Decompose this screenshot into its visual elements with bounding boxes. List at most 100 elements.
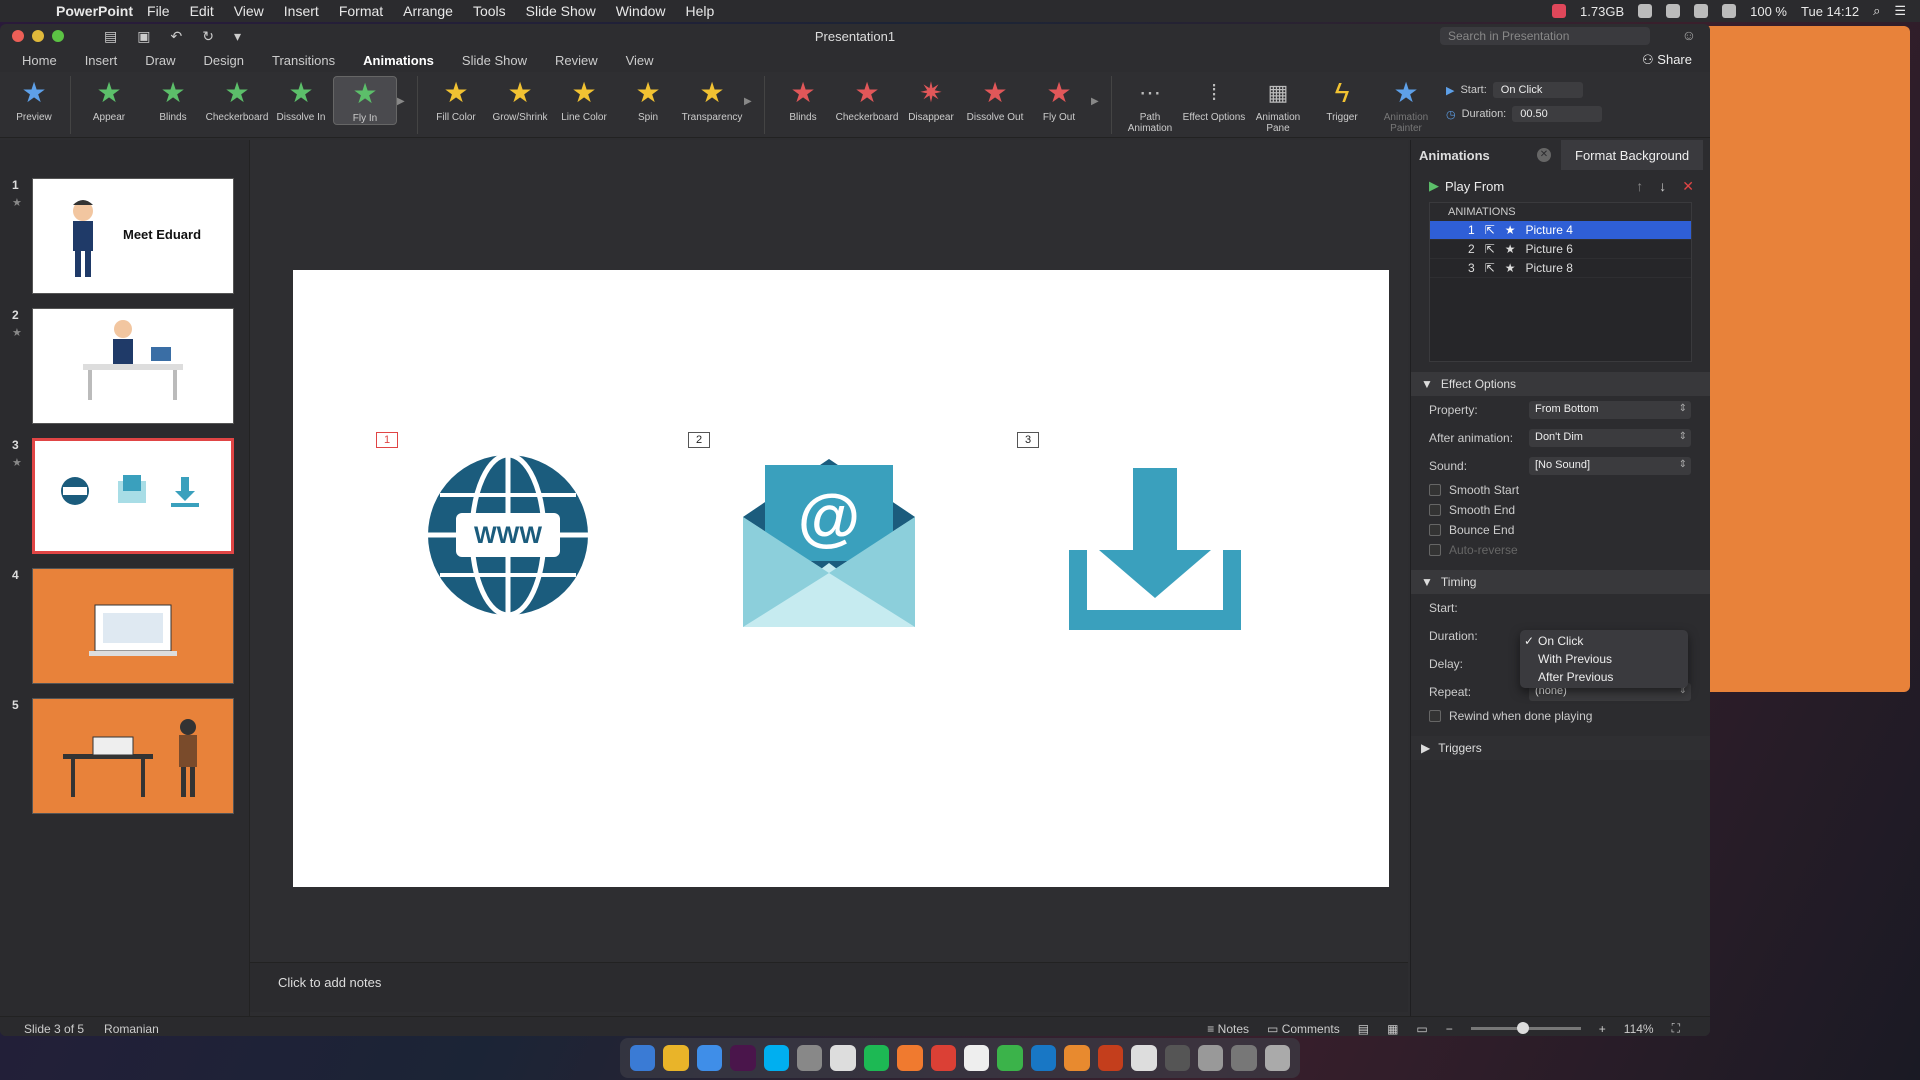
clock-app-icon[interactable]	[830, 1045, 856, 1071]
trash-icon[interactable]	[1264, 1045, 1291, 1071]
search-input[interactable]: Search in Presentation	[1440, 27, 1650, 45]
background-window[interactable]	[1700, 26, 1910, 692]
effect-transparency[interactable]: ★ Transparency	[680, 76, 744, 123]
effect-disappear[interactable]: ✷ Disappear	[899, 76, 963, 123]
menu-view[interactable]: View	[234, 3, 264, 19]
tab-home[interactable]: Home	[22, 53, 57, 68]
slide-thumbnail[interactable]: 3 ★	[0, 438, 250, 558]
tab-transitions[interactable]: Transitions	[272, 53, 335, 68]
undo-icon[interactable]: ↶	[170, 28, 182, 45]
customize-toolbar-icon[interactable]: ▾	[234, 28, 241, 45]
zoom-out-icon[interactable]: −	[1446, 1022, 1453, 1036]
sorter-view-icon[interactable]: ▦	[1387, 1022, 1398, 1036]
finder-icon[interactable]	[630, 1045, 656, 1071]
todoist-icon[interactable]	[930, 1045, 957, 1071]
spotlight-icon[interactable]: ⌕	[1873, 3, 1880, 19]
save-icon[interactable]: ▣	[137, 28, 150, 45]
tab-animations[interactable]: Animations	[363, 53, 434, 68]
slide-4-preview[interactable]	[32, 568, 234, 684]
tab-insert[interactable]: Insert	[85, 53, 118, 68]
safari-icon[interactable]	[696, 1045, 723, 1071]
document-icon[interactable]	[1131, 1045, 1157, 1071]
effect-dissolve-in[interactable]: ★ Dissolve In	[269, 76, 333, 123]
play-from-button[interactable]: Play From	[1445, 179, 1504, 194]
animation-painter-button[interactable]: ★ Animation Painter	[1374, 76, 1438, 134]
duration-input[interactable]: 00.50	[1512, 106, 1603, 122]
animation-item-1[interactable]: 1 ⇱ ★ Picture 4	[1430, 221, 1691, 240]
slide-thumbnail[interactable]: 2 ★	[0, 308, 250, 428]
effect-spin[interactable]: ★ Spin	[616, 76, 680, 123]
folder-icon[interactable]	[1197, 1045, 1224, 1071]
menu-window[interactable]: Window	[616, 3, 666, 19]
triggers-section[interactable]: ▶ Triggers	[1411, 736, 1710, 760]
animation-tag-2[interactable]: 2	[688, 432, 710, 448]
menu-slide-show[interactable]: Slide Show	[526, 3, 596, 19]
tab-draw[interactable]: Draw	[145, 53, 175, 68]
bounce-end-checkbox[interactable]: Bounce End	[1411, 520, 1710, 540]
effect-fly-in[interactable]: ★ Fly In	[333, 76, 397, 125]
notes-area[interactable]: Click to add notes	[250, 962, 1408, 1012]
play-icon[interactable]: ▶	[1429, 178, 1439, 194]
wifi-icon[interactable]	[1722, 4, 1737, 18]
menu-edit[interactable]: Edit	[190, 3, 214, 19]
zoom-slider-knob[interactable]	[1516, 1022, 1529, 1034]
slide-2-preview[interactable]	[32, 308, 234, 424]
close-window-button[interactable]	[12, 30, 24, 42]
pane-tab-animations[interactable]: Animations	[1419, 148, 1490, 163]
minimize-window-button[interactable]	[32, 30, 44, 42]
current-slide[interactable]: 1 2 3 WWW @	[293, 270, 1389, 887]
start-option-after-previous[interactable]: After Previous	[1520, 668, 1688, 686]
sound-select[interactable]: [No Sound]	[1529, 457, 1691, 475]
memory-icon[interactable]	[1552, 4, 1567, 18]
app-menu[interactable]: PowerPoint	[56, 3, 133, 19]
move-down-icon[interactable]: ↓	[1659, 178, 1666, 195]
trigger-button[interactable]: ϟ Trigger	[1310, 76, 1374, 123]
download-icon[interactable]	[1069, 468, 1241, 630]
pane-tab-format-background[interactable]: Format Background	[1561, 140, 1704, 170]
comments-toggle[interactable]: ▭ Comments	[1267, 1022, 1340, 1036]
tab-design[interactable]: Design	[204, 53, 244, 68]
dropbox-icon[interactable]	[1694, 4, 1709, 18]
after-animation-select[interactable]: Don't Dim	[1529, 429, 1691, 447]
effect-blinds-out[interactable]: ★ Blinds	[771, 76, 835, 123]
slide-3-preview[interactable]	[32, 438, 234, 554]
slide-5-preview[interactable]	[32, 698, 234, 814]
smooth-start-checkbox[interactable]: Smooth Start	[1411, 480, 1710, 500]
powerpoint-icon[interactable]	[1097, 1045, 1124, 1071]
tab-review[interactable]: Review	[555, 53, 598, 68]
effect-line-color[interactable]: ★ Line Color	[552, 76, 616, 123]
start-select[interactable]: On Click	[1492, 82, 1583, 98]
facetime-icon[interactable]	[997, 1045, 1023, 1071]
menu-insert[interactable]: Insert	[284, 3, 319, 19]
menu-help[interactable]: Help	[686, 3, 715, 19]
effect-appear[interactable]: ★ Appear	[77, 76, 141, 123]
timing-section[interactable]: ▼ Timing	[1411, 570, 1710, 594]
feedback-icon[interactable]: ☺	[1682, 27, 1696, 43]
effect-fly-out[interactable]: ★ Fly Out	[1027, 76, 1091, 123]
effect-dissolve-out[interactable]: ★ Dissolve Out	[963, 76, 1027, 123]
maximize-window-button[interactable]	[52, 30, 64, 42]
zoom-in-icon[interactable]: +	[1599, 1022, 1606, 1036]
start-option-with-previous[interactable]: With Previous	[1520, 650, 1688, 668]
animation-pane-button[interactable]: ▦ Animation Pane	[1246, 76, 1310, 134]
downloads-icon[interactable]	[1231, 1045, 1257, 1071]
email-envelope-icon[interactable]: @	[741, 453, 917, 629]
effect-checkerboard-in[interactable]: ★ Checkerboard	[205, 76, 269, 123]
effect-options-button[interactable]: ⁞ Effect Options	[1182, 76, 1246, 123]
presenter-view-icon[interactable]: ▭	[1416, 1022, 1427, 1036]
globe-www-icon[interactable]: WWW	[426, 453, 590, 617]
tray-icon[interactable]	[1666, 4, 1681, 18]
app-icon[interactable]	[1064, 1045, 1090, 1071]
menu-tools[interactable]: Tools	[473, 3, 506, 19]
delete-animation-icon[interactable]: ✕	[1682, 178, 1694, 195]
animation-item-2[interactable]: 2 ⇱ ★ Picture 6	[1430, 240, 1691, 259]
language-indicator[interactable]: Romanian	[104, 1022, 159, 1036]
screen-icon[interactable]	[1164, 1045, 1190, 1071]
animation-tag-1[interactable]: 1	[376, 432, 398, 448]
effect-checkerboard-out[interactable]: ★ Checkerboard	[835, 76, 899, 123]
skype-icon[interactable]	[763, 1045, 790, 1071]
slide-thumbnail[interactable]: 4	[0, 568, 250, 688]
animation-tag-3[interactable]: 3	[1017, 432, 1039, 448]
rewind-checkbox[interactable]: Rewind when done playing	[1411, 706, 1710, 726]
share-button[interactable]: ⚇ Share	[1642, 52, 1692, 68]
